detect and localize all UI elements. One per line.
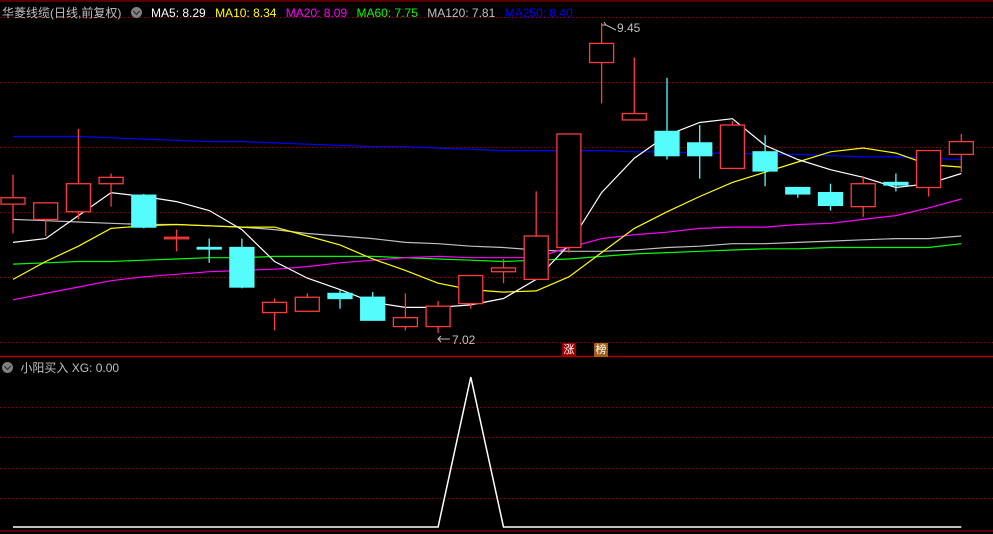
candle-body <box>163 236 190 240</box>
candle[interactable] <box>752 135 778 187</box>
candle[interactable] <box>621 57 647 121</box>
chart-canvas: 9.45 7.02 <box>0 0 993 532</box>
candle-body <box>98 176 124 185</box>
ma60-label: MA60: 7.75 <box>356 6 418 20</box>
candle-body <box>131 194 157 228</box>
ma250-line <box>13 135 962 161</box>
candle-body <box>327 292 353 300</box>
indicator-value: XG: 0.00 <box>71 361 120 375</box>
candle-body <box>0 197 26 205</box>
candle[interactable] <box>523 191 549 281</box>
candle[interactable] <box>360 292 386 321</box>
candle[interactable] <box>490 258 517 284</box>
candle-body <box>883 181 909 186</box>
candle[interactable] <box>33 202 59 237</box>
candle-body <box>556 133 582 249</box>
candle-body <box>817 191 844 207</box>
candle[interactable] <box>817 183 844 211</box>
candle-body <box>687 142 713 157</box>
candle-body <box>294 296 320 312</box>
candle-body <box>654 130 680 157</box>
candle[interactable] <box>850 176 876 217</box>
candle[interactable] <box>458 274 484 309</box>
candle[interactable] <box>785 186 811 198</box>
chart-header: 华菱线缆(日线,前复权) MA5: 8.29 MA10: 8.34 MA20: … <box>2 4 579 21</box>
candle-body <box>719 124 746 170</box>
candle[interactable] <box>392 293 419 331</box>
candle-body <box>392 316 419 328</box>
candle-body <box>33 202 59 221</box>
candle[interactable] <box>687 125 713 179</box>
ma10-label: MA10: 8.34 <box>215 6 277 20</box>
candle-body <box>621 112 647 121</box>
candle[interactable] <box>588 23 615 104</box>
candle[interactable] <box>556 133 582 253</box>
candle-body <box>425 305 451 328</box>
low-label: 7.02 <box>452 333 476 347</box>
candle-body <box>752 151 778 172</box>
ma20-label: MA20: 8.09 <box>285 6 348 20</box>
xg-line <box>13 376 962 528</box>
ma5-label: MA5: 8.29 <box>151 6 206 20</box>
chevron-down-icon[interactable] <box>2 362 13 373</box>
high-label: 9.45 <box>617 21 641 35</box>
candle[interactable] <box>65 128 92 220</box>
bang-tag[interactable]: 榜 <box>594 343 608 357</box>
indicator-header: 小阳买入 XG: 0.00 <box>2 359 119 376</box>
candle-body <box>490 267 517 273</box>
candle[interactable] <box>425 301 451 333</box>
candle-body <box>458 274 484 305</box>
candle-body <box>915 149 942 189</box>
stock-title: 华菱线缆(日线,前复权) <box>2 6 122 20</box>
candle-body <box>261 301 288 314</box>
high-annotation: 9.45 <box>602 21 641 35</box>
candle[interactable] <box>915 149 942 197</box>
low-annotation: 7.02 <box>437 333 476 347</box>
candle[interactable] <box>883 173 909 192</box>
candle[interactable] <box>261 298 288 331</box>
candle-body <box>196 246 222 250</box>
candle-body <box>523 235 549 281</box>
candle[interactable] <box>229 238 255 289</box>
candle[interactable] <box>294 293 320 312</box>
candle-body <box>229 246 255 288</box>
ma250-label: MA250: 8.40 <box>504 6 573 20</box>
candle-body <box>948 140 974 156</box>
ma120-label: MA120: 7.81 <box>427 6 496 20</box>
candle-body <box>65 183 92 213</box>
candle-body <box>588 42 615 64</box>
candle[interactable] <box>654 77 680 160</box>
candle[interactable] <box>131 193 157 229</box>
candle[interactable] <box>196 238 222 263</box>
candle[interactable] <box>719 121 746 170</box>
candle[interactable] <box>0 174 26 234</box>
candle[interactable] <box>163 229 190 252</box>
candle-body <box>360 296 386 321</box>
chevron-down-icon[interactable] <box>130 7 142 18</box>
candle-body <box>785 186 811 195</box>
candle[interactable] <box>98 173 124 207</box>
zhang-tag[interactable]: 涨 <box>562 343 576 357</box>
candle-body <box>850 183 876 208</box>
indicator-title: 小阳买入 <box>20 361 69 375</box>
